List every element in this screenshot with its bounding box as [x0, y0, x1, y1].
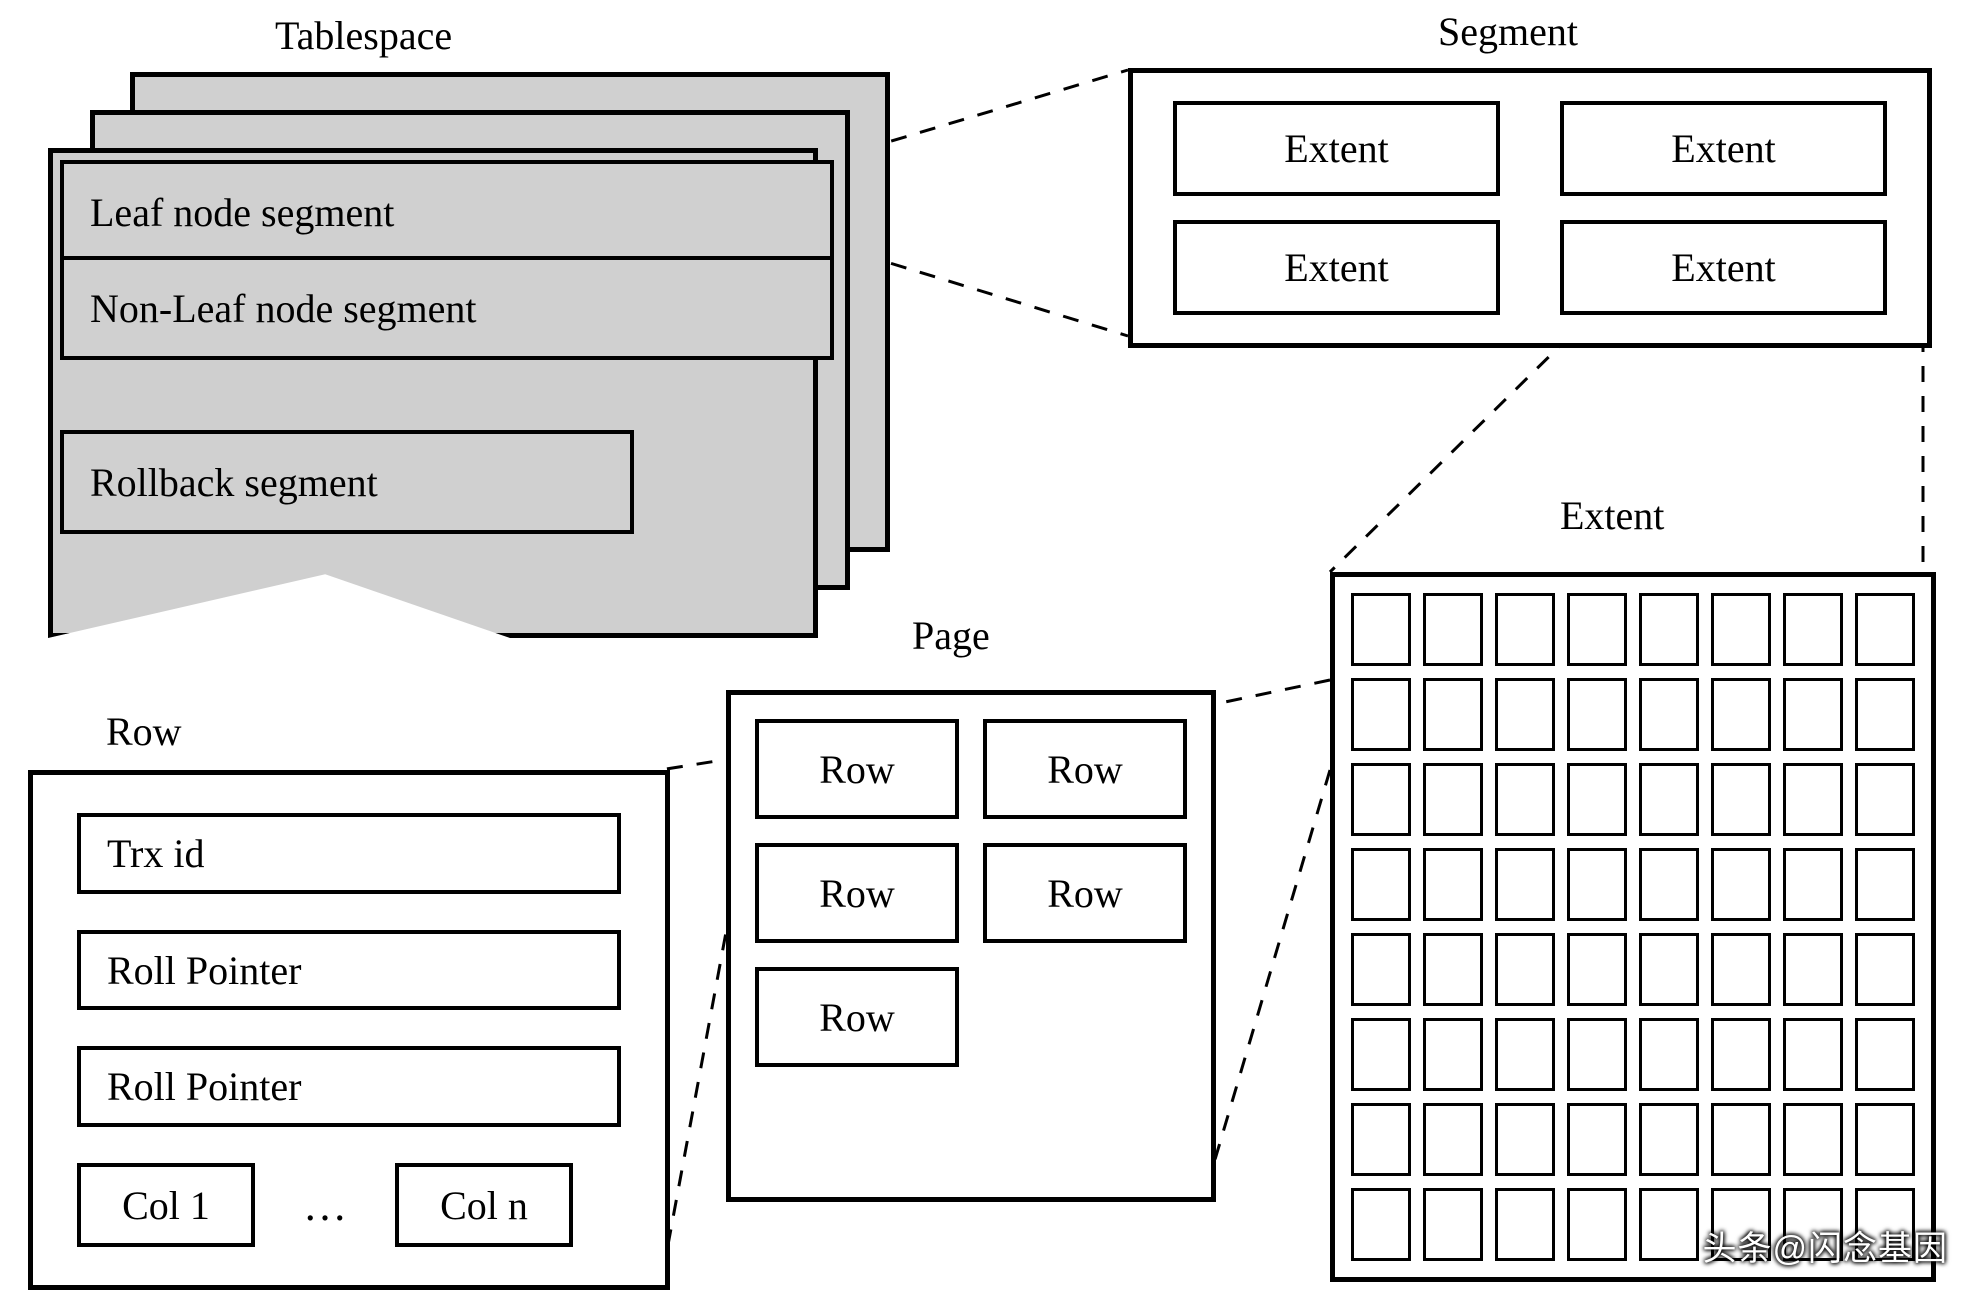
- extent-cell: [1351, 593, 1411, 666]
- extent-cell: [1783, 933, 1843, 1006]
- extent-cell: [1639, 1018, 1699, 1091]
- segment-extent-3: Extent: [1560, 220, 1887, 315]
- extent-cell: [1855, 933, 1915, 1006]
- title-extent: Extent: [1560, 492, 1664, 539]
- extent-cell: [1495, 1188, 1555, 1261]
- extent-cell: [1711, 593, 1771, 666]
- extent-cell: [1567, 1103, 1627, 1176]
- segment-extent-2: Extent: [1173, 220, 1500, 315]
- extent-cell: [1423, 848, 1483, 921]
- extent-cell: [1351, 763, 1411, 836]
- extent-cell: [1495, 763, 1555, 836]
- extent-cell: [1783, 1018, 1843, 1091]
- tablespace-row-nonleaf: Non-Leaf node segment: [60, 256, 834, 360]
- page-row-4: Row: [755, 967, 959, 1067]
- extent-cell: [1423, 1103, 1483, 1176]
- extent-cell: [1495, 1018, 1555, 1091]
- extent-cell: [1567, 678, 1627, 751]
- extent-cell: [1855, 1103, 1915, 1176]
- extent-cell: [1711, 1103, 1771, 1176]
- row-trx: Trx id: [77, 813, 621, 894]
- segment-box: Extent Extent Extent Extent: [1128, 68, 1932, 348]
- row-rollptr-1: Roll Pointer: [77, 930, 621, 1011]
- page-row-3: Row: [983, 843, 1187, 943]
- extent-cell: [1639, 1103, 1699, 1176]
- extent-cell: [1351, 933, 1411, 1006]
- extent-cell: [1639, 933, 1699, 1006]
- tablespace-row-rollback-label: Rollback segment: [90, 459, 378, 506]
- extent-cell: [1423, 678, 1483, 751]
- extent-cell: [1351, 848, 1411, 921]
- extent-cell: [1639, 678, 1699, 751]
- extent-cell: [1639, 763, 1699, 836]
- diagram-root: { "titles": { "tablespace": "Tablespace"…: [0, 0, 1966, 1288]
- extent-cell: [1783, 763, 1843, 836]
- extent-cell: [1711, 1018, 1771, 1091]
- page-row-1: Row: [983, 719, 1187, 819]
- extent-cell: [1495, 593, 1555, 666]
- tablespace-row-rollback: Rollback segment: [60, 430, 634, 534]
- extent-cell: [1351, 1018, 1411, 1091]
- extent-grid: [1335, 577, 1931, 1277]
- extent-cell: [1783, 593, 1843, 666]
- extent-cell: [1567, 933, 1627, 1006]
- row-col-1: Col 1: [77, 1163, 255, 1247]
- extent-cell: [1567, 1188, 1627, 1261]
- extent-cell: [1567, 593, 1627, 666]
- extent-cell: [1567, 1018, 1627, 1091]
- extent-cell: [1495, 848, 1555, 921]
- title-segment: Segment: [1438, 8, 1578, 55]
- watermark: 头条@闪念基因: [1702, 1221, 1948, 1270]
- extent-cell: [1711, 678, 1771, 751]
- title-tablespace: Tablespace: [275, 12, 452, 59]
- extent-cell: [1783, 678, 1843, 751]
- extent-cell: [1711, 763, 1771, 836]
- extent-cell: [1639, 848, 1699, 921]
- extent-cell: [1567, 763, 1627, 836]
- extent-cell: [1855, 593, 1915, 666]
- extent-cell: [1423, 933, 1483, 1006]
- tablespace-row-nonleaf-label: Non-Leaf node segment: [90, 285, 477, 332]
- extent-cell: [1351, 678, 1411, 751]
- extent-cell: [1495, 933, 1555, 1006]
- extent-cell: [1423, 763, 1483, 836]
- extent-cell: [1567, 848, 1627, 921]
- extent-cell: [1423, 593, 1483, 666]
- row-box: Trx id Roll Pointer Roll Pointer Col 1 ……: [28, 770, 670, 1290]
- extent-cell: [1711, 848, 1771, 921]
- segment-extent-1: Extent: [1560, 101, 1887, 196]
- extent-cell: [1423, 1188, 1483, 1261]
- extent-cell: [1711, 933, 1771, 1006]
- page-row-2: Row: [755, 843, 959, 943]
- extent-cell: [1783, 1103, 1843, 1176]
- title-page: Page: [912, 612, 990, 659]
- extent-cell: [1855, 678, 1915, 751]
- title-row: Row: [106, 708, 182, 755]
- page-row-0: Row: [755, 719, 959, 819]
- segment-extent-0: Extent: [1173, 101, 1500, 196]
- tablespace-row-leaf-label: Leaf node segment: [90, 189, 394, 236]
- extent-cell: [1855, 1018, 1915, 1091]
- extent-cell: [1639, 1188, 1699, 1261]
- extent-cell: [1783, 848, 1843, 921]
- extent-cell: [1351, 1188, 1411, 1261]
- row-cols-ellipsis: …: [285, 1180, 365, 1231]
- tablespace-row-leaf: Leaf node segment: [60, 160, 834, 264]
- extent-cell: [1639, 593, 1699, 666]
- extent-cell: [1423, 1018, 1483, 1091]
- row-col-n: Col n: [395, 1163, 573, 1247]
- extent-cell: [1855, 848, 1915, 921]
- extent-cell: [1855, 763, 1915, 836]
- extent-cell: [1351, 1103, 1411, 1176]
- extent-box: [1330, 572, 1936, 1282]
- row-rollptr-2: Roll Pointer: [77, 1046, 621, 1127]
- extent-cell: [1495, 1103, 1555, 1176]
- page-box: Row Row Row Row Row: [726, 690, 1216, 1202]
- extent-cell: [1495, 678, 1555, 751]
